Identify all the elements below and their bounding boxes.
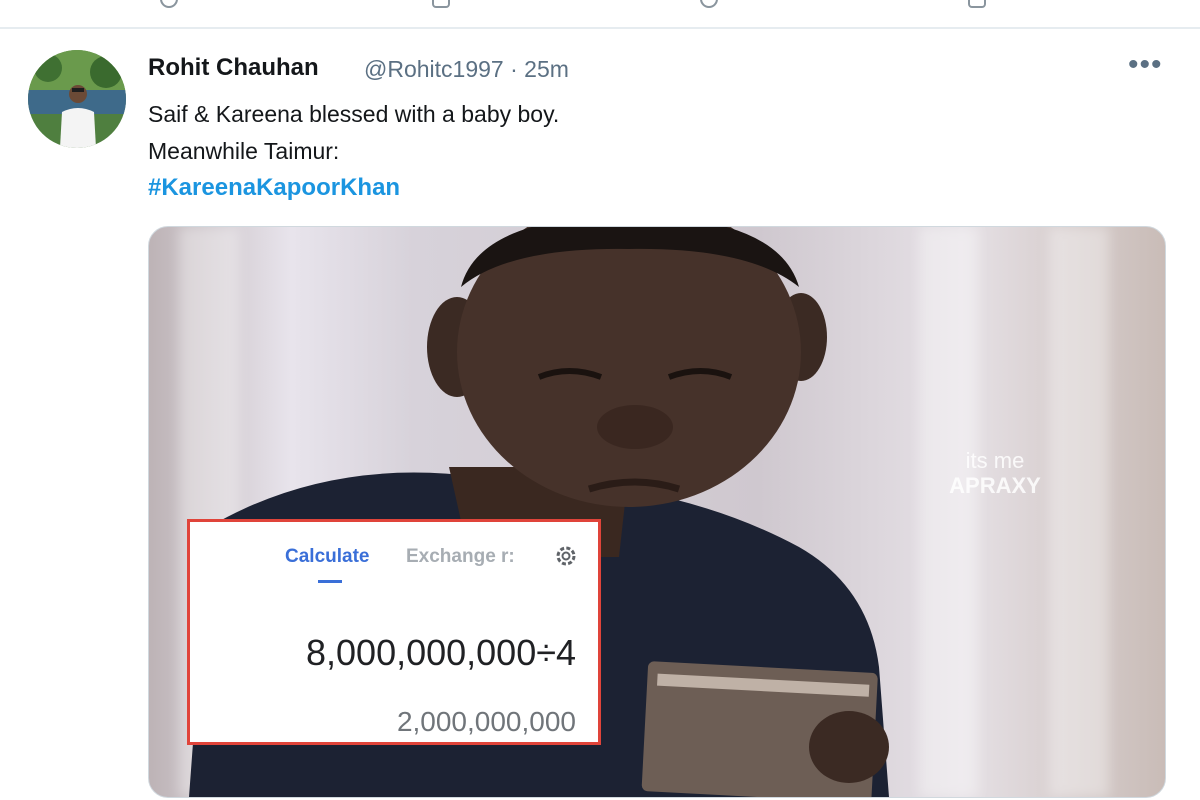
tab-exchange-rate: Exchange r: bbox=[406, 546, 515, 567]
gear-icon bbox=[554, 544, 578, 573]
tweet-media-image[interactable]: its me APRAXY Calculate Exchange r: 8,00… bbox=[148, 226, 1166, 798]
reply-icon[interactable] bbox=[160, 0, 178, 8]
author-handle[interactable]: @Rohitc1997 bbox=[364, 56, 504, 82]
tweet-time[interactable]: 25m bbox=[524, 56, 569, 82]
calculator-result: 2,000,000,000 bbox=[396, 706, 576, 737]
calculator-expression: 8,000,000,000÷4 bbox=[306, 632, 576, 673]
tab-calculate: Calculate bbox=[285, 546, 370, 567]
author-name[interactable]: Rohit Chauhan bbox=[148, 54, 319, 82]
watermark-line-2: APRAXY bbox=[949, 473, 1041, 498]
retweet-icon[interactable] bbox=[432, 0, 450, 8]
watermark-line-1: its me bbox=[965, 448, 1025, 473]
meta-separator: · bbox=[510, 56, 518, 82]
share-icon[interactable] bbox=[968, 0, 986, 8]
tweet-divider bbox=[0, 27, 1200, 29]
tweet-text-line-2: Meanwhile Taimur: bbox=[148, 138, 340, 164]
hashtag-link[interactable]: #KareenaKapoorKhan bbox=[148, 174, 400, 202]
previous-tweet-actions bbox=[0, 0, 1200, 26]
like-icon[interactable] bbox=[700, 0, 718, 8]
calculator-screenshot: Calculate Exchange r: 8,000,000,000÷4 2,… bbox=[187, 519, 601, 745]
avatar[interactable] bbox=[28, 50, 126, 148]
tweet-text-line-1: Saif & Kareena blessed with a baby boy. bbox=[148, 101, 560, 127]
video-watermark: its me APRAXY bbox=[945, 449, 1045, 499]
active-tab-indicator bbox=[318, 580, 342, 583]
author-meta[interactable]: @Rohitc1997 · 25m bbox=[364, 56, 569, 83]
more-options-icon[interactable]: ••• bbox=[1128, 50, 1163, 80]
